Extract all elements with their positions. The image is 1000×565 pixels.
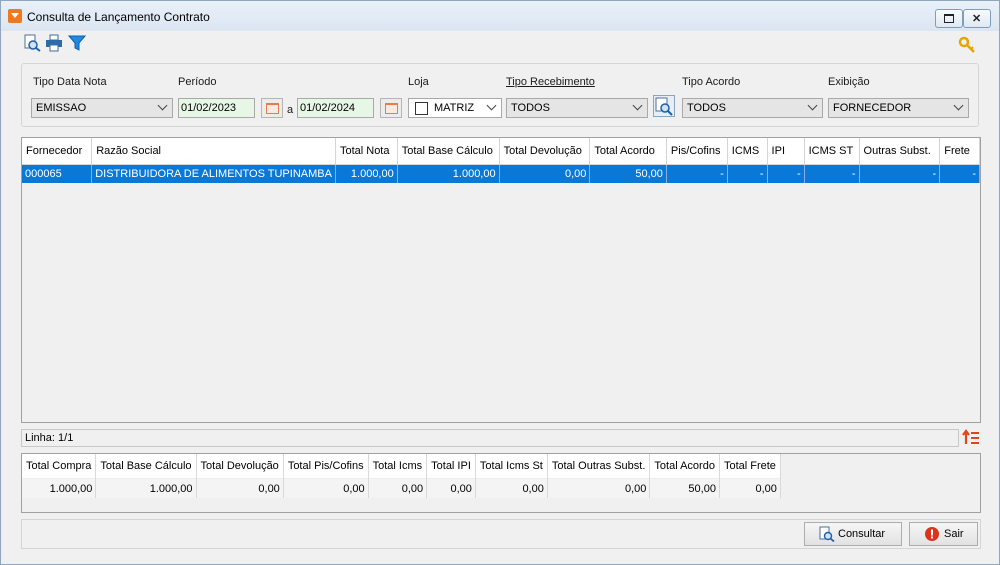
- loja-value: MATRIZ: [434, 102, 475, 114]
- calendar-end-icon[interactable]: [380, 98, 402, 118]
- close-button[interactable]: [963, 9, 991, 28]
- cell-frete: -: [939, 164, 980, 183]
- exibicao-select[interactable]: FORNECEDOR: [828, 98, 969, 118]
- cell-total-acordo: 50,00: [589, 164, 667, 183]
- col-total-nota[interactable]: Total Nota: [335, 138, 398, 165]
- loja-checkbox[interactable]: [415, 102, 428, 115]
- status-bar: Linha: 1/1: [21, 429, 959, 447]
- total-ipi-value: 0,00: [426, 478, 476, 498]
- periodo-label: Período: [178, 76, 217, 88]
- cell-razao-social: DISTRIBUIDORA DE ALIMENTOS TUPINAMBA: [91, 164, 336, 183]
- tipo-acordo-label: Tipo Acordo: [682, 76, 741, 88]
- periodo-end-input[interactable]: 01/02/2024: [297, 98, 374, 118]
- search-document-icon[interactable]: [23, 34, 41, 52]
- chevron-down-icon: [632, 100, 643, 111]
- total-devolucao-label: Total Devolução: [196, 454, 284, 479]
- cell-total-devolucao: 0,00: [499, 164, 591, 183]
- col-icms[interactable]: ICMS: [727, 138, 768, 165]
- col-razao-social[interactable]: Razão Social: [91, 138, 336, 165]
- total-pis-cofins-label: Total Pis/Cofins: [283, 454, 369, 479]
- key-icon[interactable]: [958, 36, 976, 54]
- cell-icms-st: -: [804, 164, 860, 183]
- search-recebimento-icon[interactable]: [653, 95, 675, 117]
- total-pis-cofins-value: 0,00: [283, 478, 369, 498]
- total-outras-subst-value: 0,00: [547, 478, 651, 498]
- exibicao-label: Exibição: [828, 76, 870, 88]
- total-base-calculo-label: Total Base Cálculo: [95, 454, 197, 479]
- window-title: Consulta de Lançamento Contrato: [27, 10, 210, 24]
- total-acordo-label: Total Acordo: [649, 454, 720, 479]
- cell-total-base-calculo: 1.000,00: [397, 164, 500, 183]
- total-outras-subst-label: Total Outras Subst.: [547, 454, 651, 479]
- col-total-acordo[interactable]: Total Acordo: [589, 138, 667, 165]
- cell-ipi: -: [767, 164, 805, 183]
- chevron-down-icon: [953, 100, 964, 111]
- col-fornecedor[interactable]: Fornecedor: [22, 138, 93, 165]
- col-total-base-calculo[interactable]: Total Base Cálculo: [397, 138, 500, 165]
- consultar-button[interactable]: Consultar: [804, 522, 902, 546]
- tipo-acordo-value: TODOS: [687, 102, 726, 114]
- total-icms-st-value: 0,00: [475, 478, 548, 498]
- total-compra-value: 1.000,00: [22, 478, 97, 498]
- tipo-data-nota-select[interactable]: EMISSAO: [31, 98, 173, 118]
- total-compra-label: Total Compra: [22, 454, 97, 479]
- total-frete-value: 0,00: [719, 478, 781, 498]
- exibicao-value: FORNECEDOR: [833, 102, 912, 114]
- cell-pis-cofins: -: [666, 164, 728, 183]
- exit-icon: [925, 527, 939, 541]
- restore-button[interactable]: [935, 9, 963, 28]
- periodo-end-value: 01/02/2024: [300, 102, 356, 114]
- tipo-recebimento-select[interactable]: TODOS: [506, 98, 648, 118]
- totals-header-row: Total Compra Total Base Cálculo Total De…: [22, 454, 781, 479]
- cell-fornecedor: 000065: [22, 164, 93, 183]
- calendar-start-icon[interactable]: [261, 98, 283, 118]
- tipo-recebimento-value: TODOS: [511, 102, 550, 114]
- col-frete[interactable]: Frete: [939, 138, 980, 165]
- col-icms-st[interactable]: ICMS ST: [804, 138, 860, 165]
- total-icms-value: 0,00: [368, 478, 428, 498]
- total-devolucao-value: 0,00: [196, 478, 284, 498]
- col-ipi[interactable]: IPI: [767, 138, 805, 165]
- loja-select[interactable]: MATRIZ: [408, 98, 502, 118]
- total-frete-label: Total Frete: [719, 454, 781, 479]
- periodo-separator: a: [287, 104, 294, 116]
- tipo-data-nota-value: EMISSAO: [36, 102, 87, 114]
- consultar-label: Consultar: [838, 528, 886, 540]
- tipo-acordo-select[interactable]: TODOS: [682, 98, 823, 118]
- title-bar: Consulta de Lançamento Contrato: [1, 1, 999, 31]
- chevron-down-icon: [157, 100, 168, 111]
- totals-values-row: 1.000,00 1.000,00 0,00 0,00 0,00 0,00 0,…: [22, 478, 781, 498]
- main-window: Consulta de Lançamento Contrato Tipo Dat…: [0, 0, 1000, 565]
- total-icms-st-label: Total Icms St: [475, 454, 548, 479]
- print-icon[interactable]: [45, 34, 63, 52]
- cell-total-nota: 1.000,00: [335, 164, 398, 183]
- tipo-data-nota-label: Tipo Data Nota: [33, 76, 107, 88]
- col-outras-subst[interactable]: Outras Subst.: [859, 138, 941, 165]
- grid-header-row: Fornecedor Razão Social Total Nota Total…: [22, 138, 980, 165]
- results-grid[interactable]: Fornecedor Razão Social Total Nota Total…: [21, 137, 981, 423]
- sair-label: Sair: [944, 528, 964, 540]
- filter-icon[interactable]: [68, 34, 86, 52]
- chevron-down-icon: [807, 100, 818, 111]
- total-base-calculo-value: 1.000,00: [95, 478, 197, 498]
- chevron-down-icon: [486, 100, 497, 111]
- total-icms-label: Total Icms: [368, 454, 428, 479]
- col-total-devolucao[interactable]: Total Devolução: [499, 138, 591, 165]
- periodo-start-input[interactable]: 01/02/2023: [178, 98, 255, 118]
- cell-icms: -: [727, 164, 768, 183]
- total-ipi-label: Total IPI: [426, 454, 476, 479]
- linha-status: Linha: 1/1: [25, 432, 74, 444]
- col-pis-cofins[interactable]: Pis/Cofins: [666, 138, 728, 165]
- search-document-icon: [819, 526, 835, 542]
- app-menu-icon[interactable]: [8, 9, 22, 23]
- tipo-recebimento-label[interactable]: Tipo Recebimento: [506, 76, 595, 88]
- periodo-start-value: 01/02/2023: [181, 102, 237, 114]
- totals-panel: Total Compra Total Base Cálculo Total De…: [21, 453, 981, 513]
- loja-label: Loja: [408, 76, 429, 88]
- cell-outras-subst: -: [859, 164, 941, 183]
- table-row[interactable]: 000065 DISTRIBUIDORA DE ALIMENTOS TUPINA…: [22, 164, 980, 183]
- sair-button[interactable]: Sair: [909, 522, 978, 546]
- sort-order-icon[interactable]: [962, 428, 980, 446]
- total-acordo-value: 50,00: [649, 478, 720, 498]
